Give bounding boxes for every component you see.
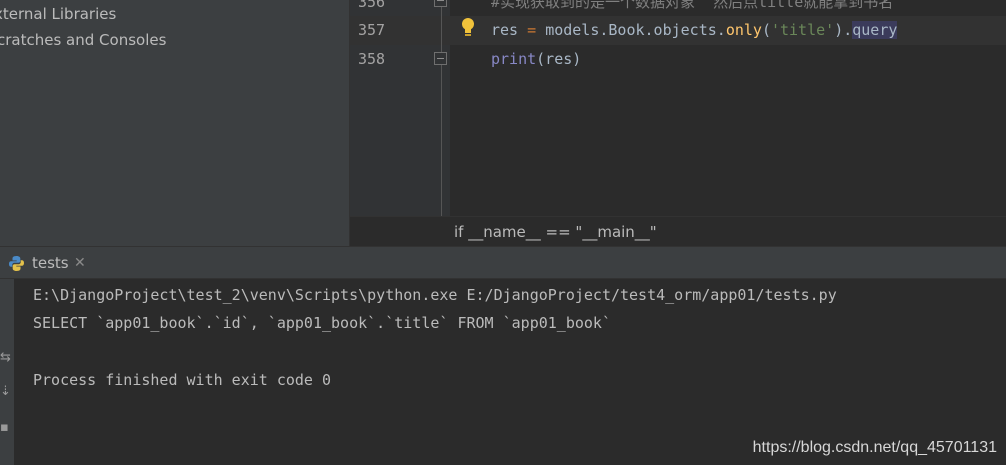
lightbulb-icon[interactable] (460, 17, 476, 39)
tab-label: tests (32, 254, 69, 272)
tab-tests[interactable]: tests ✕ (0, 247, 98, 279)
code-token-args: (res) (536, 50, 582, 68)
print-icon[interactable]: ▪ (0, 419, 12, 437)
code-token-var: res (491, 21, 519, 39)
code-token-string: 'title' (770, 21, 835, 39)
code-token-method: only (725, 21, 762, 39)
code-line-comment: #实现获取到的是一个数据对象 然后点title就能拿到书名 (491, 0, 903, 11)
code-token-open-paren: ( (761, 21, 771, 39)
close-icon[interactable]: ✕ (74, 247, 86, 279)
console-line: E:\DjangoProject\test_2\venv\Scripts\pyt… (33, 286, 837, 304)
console-toolbar: ⇆ ⇣ ▪ (0, 279, 14, 465)
code-token-operator: = (518, 21, 546, 39)
gutter-separator (441, 0, 442, 216)
fold-marker-icon[interactable] (434, 52, 447, 65)
code-token-builtin: print (491, 50, 537, 68)
code-line-print: print(res) (491, 45, 581, 74)
console-line: SELECT `app01_book`.`id`, `app01_book`.`… (33, 314, 611, 332)
line-number-357: 357 (358, 21, 386, 39)
project-tree-panel: xternal Libraries cratches and Consoles (0, 0, 349, 246)
code-token-models: models.Book.objects. (545, 21, 726, 39)
console-output[interactable]: E:\DjangoProject\test_2\venv\Scripts\pyt… (14, 279, 1006, 465)
code-line-query: res = models.Book.objects.only('title').… (491, 16, 898, 45)
code-editor[interactable]: 356 357 358 #实现获取到的是一个数据对象 然后点title就能拿到书… (349, 0, 1006, 246)
tree-item-external-libraries[interactable]: xternal Libraries (0, 1, 116, 27)
code-token-close-paren: ). (834, 21, 853, 39)
fold-marker-icon[interactable] (434, 0, 447, 7)
scroll-to-end-icon[interactable]: ⇣ (0, 383, 12, 401)
line-number-356: 356 (358, 0, 386, 11)
line-number-358: 358 (358, 50, 386, 68)
run-tool-tabs: tests ✕ (0, 246, 1006, 279)
python-icon (9, 256, 24, 271)
tree-item-scratches-and-consoles[interactable]: cratches and Consoles (0, 27, 166, 53)
watermark: https://blog.csdn.net/qq_45701131 (752, 439, 997, 456)
breadcrumb-bar: if __name__ == "__main__" (350, 216, 1006, 246)
soft-wrap-icon[interactable]: ⇆ (0, 349, 12, 367)
breadcrumb[interactable]: if __name__ == "__main__" (454, 217, 657, 247)
console-line: Process finished with exit code 0 (33, 371, 332, 389)
code-token-attr: query (852, 21, 898, 39)
